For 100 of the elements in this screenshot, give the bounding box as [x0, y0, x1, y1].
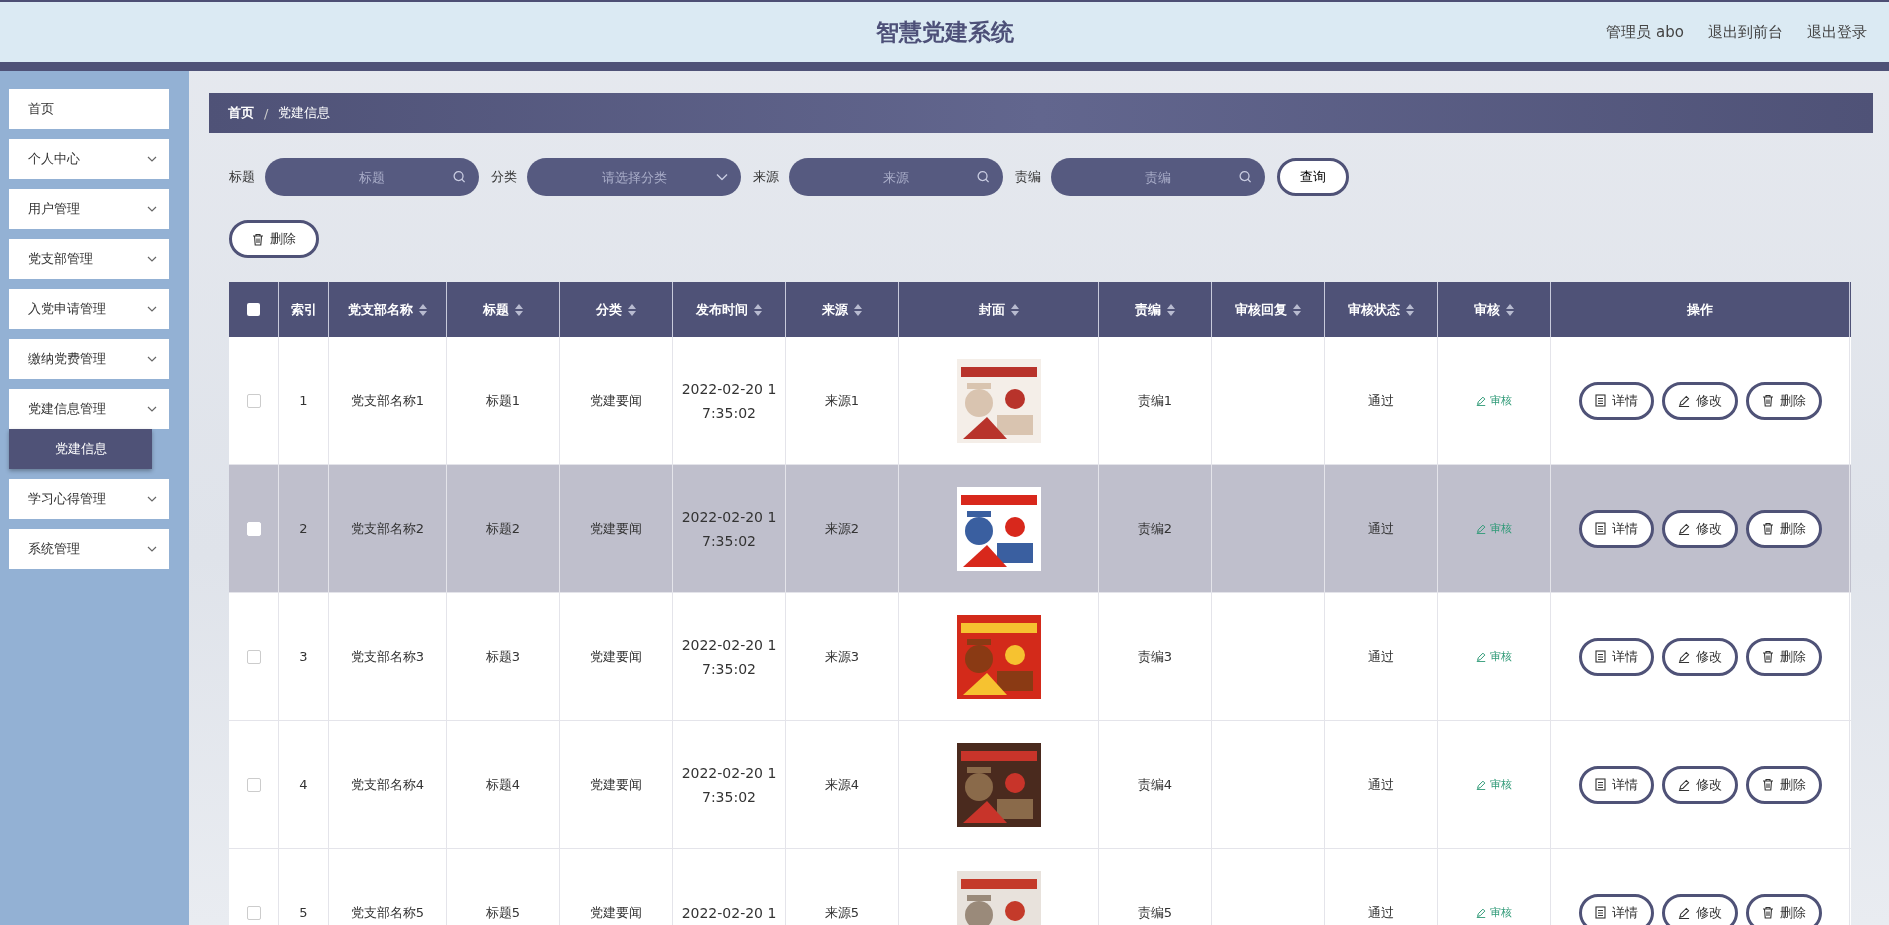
column-header[interactable]: 分类 [560, 282, 673, 337]
search-field[interactable]: 标题 [265, 158, 479, 196]
table-cell-text: 通过 [1368, 647, 1394, 666]
document-icon [1594, 394, 1606, 407]
search-field[interactable]: 责编 [1051, 158, 1265, 196]
table-cell-text: 2022-02-20 17:35:02 [680, 763, 778, 807]
breadcrumb-item[interactable]: 首页 [228, 104, 254, 122]
pencil-icon [1476, 907, 1486, 918]
column-header[interactable]: 来源 [786, 282, 899, 337]
trash-icon [252, 232, 264, 246]
field-label: 分类 [491, 168, 517, 186]
sort-icon [1506, 303, 1514, 316]
table-cell-text: 党建要闻 [590, 519, 642, 538]
table-cell-text: 2022-02-20 17:35:02 [680, 507, 778, 551]
table-cell-text: 3 [299, 647, 308, 666]
row-checkbox[interactable] [246, 905, 261, 920]
row-checkbox[interactable] [246, 649, 261, 664]
table-cell-text: 标题1 [485, 391, 521, 410]
table-cell-text: 责编1 [1137, 391, 1173, 410]
sort-icon [754, 303, 762, 316]
row-action-button[interactable]: 修改 [1661, 765, 1738, 804]
search-field[interactable]: 来源 [789, 158, 1003, 196]
category-select[interactable]: 请选择分类 [527, 158, 741, 196]
review-link[interactable]: 审核 [1476, 905, 1512, 920]
pencil-icon [1476, 651, 1486, 662]
column-header[interactable]: 封面 [899, 282, 1099, 337]
row-action-button[interactable]: 修改 [1661, 893, 1738, 925]
row-checkbox[interactable] [246, 393, 261, 408]
header-link[interactable]: 退出到前台 [1708, 22, 1783, 42]
row-action-button[interactable]: 详情 [1578, 637, 1654, 676]
sort-icon [515, 303, 523, 316]
search-icon [1239, 170, 1252, 184]
row-action-button[interactable]: 修改 [1661, 381, 1738, 420]
sidebar-item[interactable]: 学习心得管理 [9, 479, 169, 519]
row-action-button[interactable]: 修改 [1661, 509, 1738, 548]
column-header[interactable]: 审核状态 [1325, 282, 1438, 337]
chevron-icon [147, 156, 157, 162]
table-cell-text: 党支部名称4 [350, 775, 425, 794]
table-row[interactable]: 1 党支部名称1 标题1 党建要闻 2022-02-20 17:35:02 来源1 责编1 通过 审核 详情 修改 删除 [229, 337, 1851, 465]
sidebar-item[interactable]: 首页 [9, 89, 169, 129]
column-header: 索引 [279, 282, 329, 337]
row-action-button[interactable]: 删除 [1745, 637, 1822, 676]
field-label: 来源 [753, 168, 779, 186]
chevron-icon [147, 496, 157, 502]
sidebar-item[interactable]: 党支部管理 [9, 239, 169, 279]
row-action-button[interactable]: 详情 [1578, 893, 1654, 925]
select-all-checkbox[interactable] [247, 303, 260, 316]
row-action-button[interactable]: 删除 [1745, 765, 1822, 804]
pencil-icon [1677, 522, 1690, 535]
sidebar-item[interactable]: 用户管理 [9, 189, 169, 229]
row-action-button[interactable]: 删除 [1745, 381, 1822, 420]
query-button[interactable]: 查询 [1277, 158, 1349, 196]
sort-icon [1167, 303, 1175, 316]
sidebar-item[interactable]: 系统管理 [9, 529, 169, 569]
search-icon [453, 170, 466, 184]
pencil-icon [1476, 523, 1486, 534]
row-action-button[interactable]: 详情 [1578, 765, 1654, 804]
sidebar-item[interactable]: 入党申请管理 [9, 289, 169, 329]
table-cell-text: 2 [299, 519, 308, 538]
row-action-button[interactable]: 详情 [1578, 381, 1654, 420]
sidebar-subitem[interactable]: 党建信息 [9, 429, 152, 469]
column-header[interactable]: 审核 [1438, 282, 1551, 337]
column-header: 操作 [1551, 282, 1850, 337]
row-action-button[interactable]: 详情 [1578, 509, 1654, 548]
review-link[interactable]: 审核 [1476, 777, 1512, 792]
table-cell-text: 2022-02-20 1 [680, 903, 778, 923]
header-link[interactable]: 退出登录 [1807, 22, 1867, 42]
table-cell-text: 标题3 [485, 647, 521, 666]
header-link[interactable]: 管理员 abo [1606, 22, 1684, 42]
document-icon [1594, 778, 1606, 791]
column-header[interactable]: 发布时间 [673, 282, 786, 337]
sidebar-item[interactable]: 党建信息管理 [9, 389, 169, 429]
chevron-icon [147, 256, 157, 262]
column-header[interactable]: 审核回复 [1212, 282, 1325, 337]
row-checkbox[interactable] [246, 777, 261, 792]
table-cell-text: 4 [299, 775, 308, 794]
table-cell-text: 党支部名称5 [350, 903, 425, 922]
column-header[interactable]: 责编 [1099, 282, 1212, 337]
table-row[interactable]: 2 党支部名称2 标题2 党建要闻 2022-02-20 17:35:02 来源2 责编2 通过 审核 详情 修改 删除 [229, 465, 1851, 593]
table-cell-text: 标题2 [485, 519, 521, 538]
column-header[interactable]: 党支部名称 [329, 282, 447, 337]
table-cell-text: 责编2 [1137, 519, 1173, 538]
sidebar-item[interactable]: 个人中心 [9, 139, 169, 179]
table-row[interactable]: 5 党支部名称5 标题5 党建要闻 2022-02-20 1 来源5 责编5 通过 审核 详情 修改 删除 [229, 849, 1851, 925]
table-cell-text: 1 [299, 391, 308, 410]
sidebar-item[interactable]: 缴纳党费管理 [9, 339, 169, 379]
row-action-button[interactable]: 修改 [1661, 637, 1738, 676]
review-link[interactable]: 审核 [1476, 393, 1512, 408]
table-row[interactable]: 3 党支部名称3 标题3 党建要闻 2022-02-20 17:35:02 来源3 责编3 通过 审核 详情 修改 删除 [229, 593, 1851, 721]
sort-icon [419, 303, 427, 316]
row-action-button[interactable]: 删除 [1745, 509, 1822, 548]
table-row[interactable]: 4 党支部名称4 标题4 党建要闻 2022-02-20 17:35:02 来源4 责编4 通过 审核 详情 修改 删除 [229, 721, 1851, 849]
review-link[interactable]: 审核 [1476, 649, 1512, 664]
column-header[interactable]: 标题 [447, 282, 560, 337]
trash-icon [1761, 394, 1774, 407]
delete-button[interactable]: 删除 [229, 220, 319, 258]
row-action-button[interactable]: 删除 [1745, 893, 1822, 925]
chevron-icon [147, 546, 157, 552]
pencil-icon [1677, 394, 1690, 407]
trash-icon [1761, 778, 1774, 791]
